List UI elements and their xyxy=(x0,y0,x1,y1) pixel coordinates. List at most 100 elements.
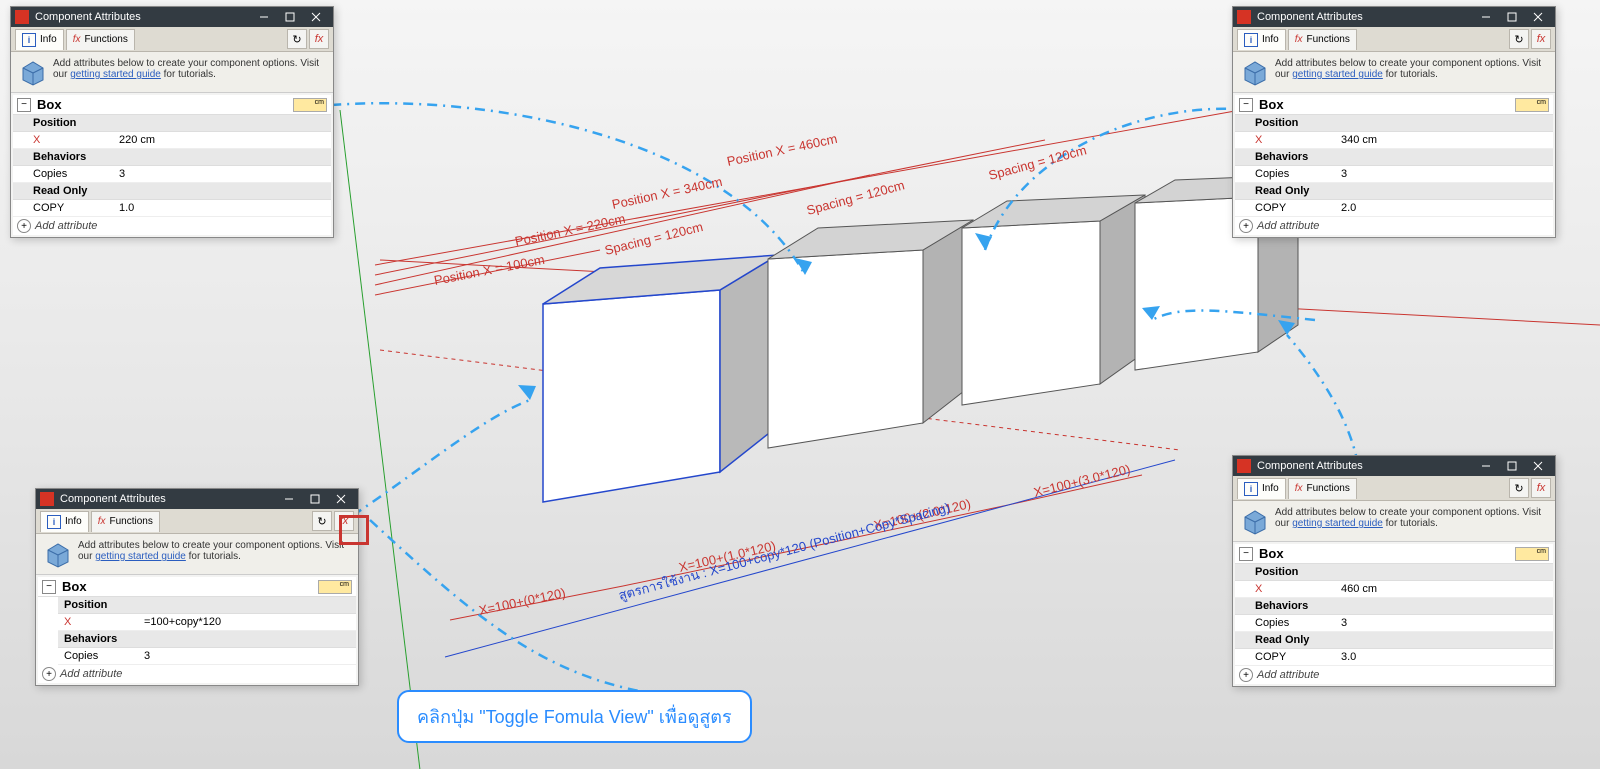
close-button[interactable] xyxy=(328,489,354,509)
section-position: Position xyxy=(13,115,331,132)
attribute-row[interactable]: COPY 3.0 xyxy=(1235,649,1553,666)
refresh-button[interactable]: ↻ xyxy=(312,511,332,531)
collapse-toggle[interactable]: − xyxy=(1239,547,1253,561)
component-attributes-dialog[interactable]: Component Attributes iInfo fxFunctions ↻… xyxy=(35,488,359,686)
add-icon[interactable]: + xyxy=(1239,668,1253,682)
getting-started-link[interactable]: getting started guide xyxy=(1292,69,1383,80)
minimize-button[interactable] xyxy=(1473,456,1499,476)
titlebar[interactable]: Component Attributes xyxy=(1233,456,1555,476)
attribute-row[interactable]: Copies 3 xyxy=(1235,166,1553,183)
component-attributes-dialog[interactable]: Component Attributes iInfo fxFunctions ↻… xyxy=(10,6,334,238)
component-name[interactable]: Box xyxy=(1259,97,1515,112)
add-attribute-row[interactable]: + Add attribute xyxy=(1235,217,1553,235)
attribute-row[interactable]: Copies 3 xyxy=(58,648,356,665)
section-behaviors: Behaviors xyxy=(58,631,356,648)
component-attributes-dialog[interactable]: Component Attributes iInfo fxFunctions ↻… xyxy=(1232,455,1556,687)
attribute-row[interactable]: X 340 cm xyxy=(1235,132,1553,149)
collapse-toggle[interactable]: − xyxy=(42,580,56,594)
attr-key: Copies xyxy=(1235,166,1335,182)
maximize-button[interactable] xyxy=(277,7,303,27)
sketchup-app-icon xyxy=(1237,459,1251,473)
section-behaviors: Behaviors xyxy=(1235,149,1553,166)
tab-info[interactable]: iInfo xyxy=(1237,478,1286,499)
tab-info[interactable]: iInfo xyxy=(1237,29,1286,50)
attribute-row[interactable]: COPY 1.0 xyxy=(13,200,331,217)
maximize-button[interactable] xyxy=(1499,7,1525,27)
tab-bar: iInfo fxFunctions ↻ fx xyxy=(1233,27,1555,52)
getting-started-link[interactable]: getting started guide xyxy=(70,69,161,80)
attribute-row[interactable]: Copies 3 xyxy=(13,166,331,183)
getting-started-link[interactable]: getting started guide xyxy=(1292,518,1383,529)
attribute-row[interactable]: COPY 2.0 xyxy=(1235,200,1553,217)
tab-functions[interactable]: fxFunctions xyxy=(66,29,135,50)
attr-value[interactable]: =100+copy*120 xyxy=(138,614,356,630)
collapse-toggle[interactable]: − xyxy=(17,98,31,112)
component-name[interactable]: Box xyxy=(62,579,318,594)
tab-functions[interactable]: fxFunctions xyxy=(91,511,160,532)
attribute-row[interactable]: X 460 cm xyxy=(1235,581,1553,598)
attr-value[interactable]: 340 cm xyxy=(1335,132,1553,148)
attr-value[interactable]: 3 xyxy=(138,648,356,664)
minimize-button[interactable] xyxy=(276,489,302,509)
toggle-formula-button[interactable]: fx xyxy=(1531,478,1551,498)
close-button[interactable] xyxy=(1525,456,1551,476)
info-icon: i xyxy=(22,33,36,47)
titlebar[interactable]: Component Attributes xyxy=(11,7,333,27)
attr-key: X xyxy=(58,614,138,630)
toggle-formula-button[interactable]: fx xyxy=(1531,29,1551,49)
titlebar[interactable]: Component Attributes xyxy=(36,489,358,509)
add-icon[interactable]: + xyxy=(1239,219,1253,233)
info-banner: Add attributes below to create your comp… xyxy=(1233,52,1555,93)
attribute-panel: − Box cm Position X =100+copy*120 Behavi… xyxy=(38,577,356,683)
attr-key: COPY xyxy=(13,200,113,216)
attr-value[interactable]: 460 cm xyxy=(1335,581,1553,597)
attribute-row[interactable]: X =100+copy*120 xyxy=(58,614,356,631)
component-name[interactable]: Box xyxy=(37,97,293,112)
attr-value[interactable]: 1.0 xyxy=(113,200,331,216)
add-attribute-row[interactable]: + Add attribute xyxy=(13,217,331,235)
collapse-toggle[interactable]: − xyxy=(1239,98,1253,112)
tab-functions[interactable]: fxFunctions xyxy=(1288,478,1357,499)
attr-value[interactable]: 220 cm xyxy=(113,132,331,148)
fx-icon: fx xyxy=(98,516,106,527)
getting-started-link[interactable]: getting started guide xyxy=(95,551,186,562)
attr-key: X xyxy=(1235,132,1335,148)
attribute-row[interactable]: X 220 cm xyxy=(13,132,331,149)
add-attribute-row[interactable]: + Add attribute xyxy=(38,665,356,683)
add-icon[interactable]: + xyxy=(17,219,31,233)
maximize-button[interactable] xyxy=(302,489,328,509)
tab-info[interactable]: iInfo xyxy=(15,29,64,50)
close-button[interactable] xyxy=(1525,7,1551,27)
attribute-row[interactable]: Copies 3 xyxy=(1235,615,1553,632)
minimize-button[interactable] xyxy=(251,7,277,27)
add-icon[interactable]: + xyxy=(42,667,56,681)
unit-indicator[interactable]: cm xyxy=(318,580,352,594)
close-button[interactable] xyxy=(303,7,329,27)
refresh-button[interactable]: ↻ xyxy=(1509,478,1529,498)
toggle-formula-button[interactable]: fx xyxy=(309,29,329,49)
attr-value[interactable]: 3.0 xyxy=(1335,649,1553,665)
tab-bar: iInfo fxFunctions ↻ fx xyxy=(11,27,333,52)
unit-indicator[interactable]: cm xyxy=(293,98,327,112)
tab-info[interactable]: iInfo xyxy=(40,511,89,532)
attr-value[interactable]: 3 xyxy=(113,166,331,182)
window-title: Component Attributes xyxy=(60,493,276,505)
maximize-button[interactable] xyxy=(1499,456,1525,476)
attr-value[interactable]: 3 xyxy=(1335,615,1553,631)
minimize-button[interactable] xyxy=(1473,7,1499,27)
unit-indicator[interactable]: cm xyxy=(1515,98,1549,112)
add-attribute-row[interactable]: + Add attribute xyxy=(1235,666,1553,684)
section-readonly: Read Only xyxy=(1235,183,1553,200)
section-behaviors: Behaviors xyxy=(13,149,331,166)
attr-value[interactable]: 3 xyxy=(1335,166,1553,182)
refresh-button[interactable]: ↻ xyxy=(1509,29,1529,49)
attr-value[interactable]: 2.0 xyxy=(1335,200,1553,216)
sketchup-app-icon xyxy=(1237,10,1251,24)
component-attributes-dialog[interactable]: Component Attributes iInfo fxFunctions ↻… xyxy=(1232,6,1556,238)
info-icon: i xyxy=(1244,33,1258,47)
unit-indicator[interactable]: cm xyxy=(1515,547,1549,561)
tab-functions[interactable]: fxFunctions xyxy=(1288,29,1357,50)
refresh-button[interactable]: ↻ xyxy=(287,29,307,49)
component-name[interactable]: Box xyxy=(1259,546,1515,561)
titlebar[interactable]: Component Attributes xyxy=(1233,7,1555,27)
